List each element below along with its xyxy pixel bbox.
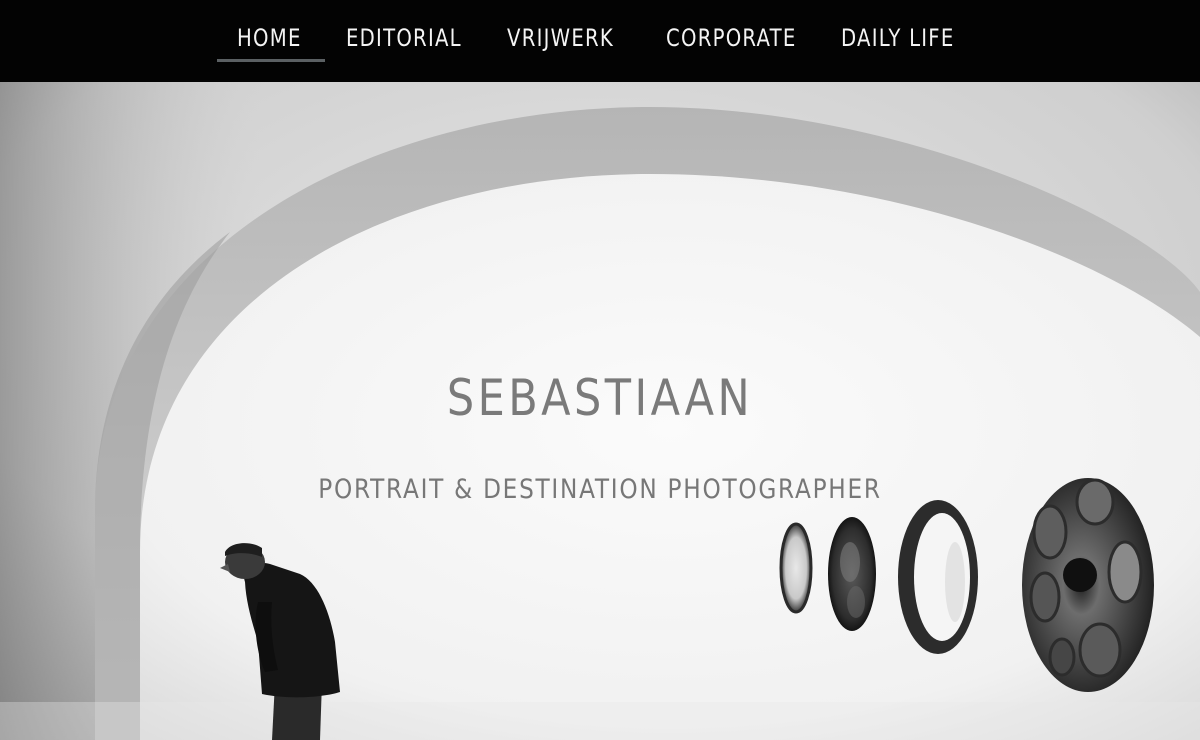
nav-item-label: DAILY LIFE: [841, 24, 955, 52]
nav-item-label: HOME: [237, 24, 302, 52]
nav-item-label: EDITORIAL: [346, 24, 462, 52]
nav-item-label: CORPORATE: [666, 24, 797, 52]
hero-title: SEBASTIAAN: [446, 369, 754, 427]
nav-item-editorial[interactable]: EDITORIAL: [326, 0, 486, 61]
page: HOME EDITORIAL VRIJWERK CORPORATE DAILY …: [0, 0, 1200, 740]
hero-subtitle: PORTRAIT & DESTINATION PHOTOGRAPHER: [318, 474, 882, 505]
nav-item-vrijwerk[interactable]: VRIJWERK: [487, 0, 647, 61]
hero-section: SEBASTIAAN PORTRAIT & DESTINATION PHOTOG…: [0, 82, 1200, 740]
nav-item-home[interactable]: HOME: [217, 0, 325, 62]
nav-item-label: VRIJWERK: [507, 24, 615, 52]
top-navbar: HOME EDITORIAL VRIJWERK CORPORATE DAILY …: [0, 0, 1200, 82]
nav-item-daily-life[interactable]: DAILY LIFE: [821, 0, 983, 61]
active-underline: [217, 59, 325, 62]
nav-item-corporate[interactable]: CORPORATE: [646, 0, 820, 61]
